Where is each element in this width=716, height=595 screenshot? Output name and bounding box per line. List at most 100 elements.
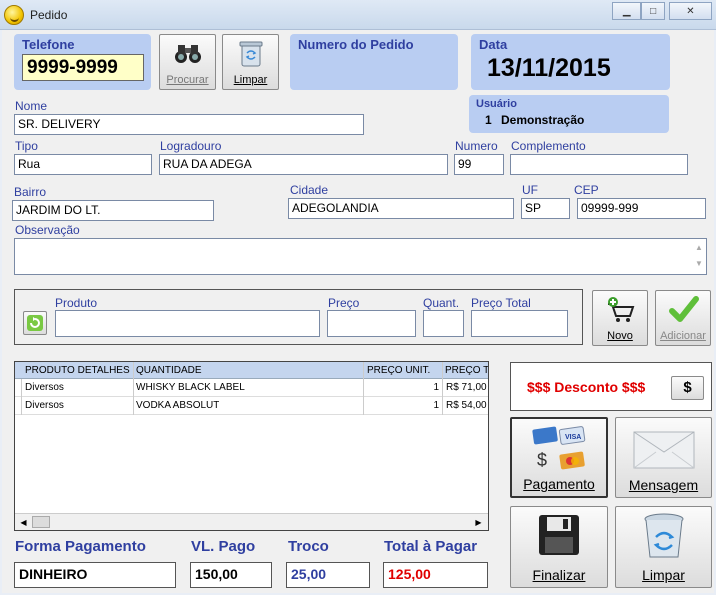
telefone-input[interactable]: 9999-9999 [22,54,144,81]
complemento-label: Complemento [511,139,586,153]
uf-label: UF [522,183,538,197]
row-quantidade: 1 [433,400,439,411]
usuario-name: Demonstração [501,113,585,127]
logradouro-input[interactable]: RUA DA ADEGA [159,154,448,175]
finalizar-label: Finalizar [532,567,586,583]
row-detalhes: Diversos [25,382,64,393]
complemento-input[interactable] [510,154,688,175]
total-pagar-value: 125,00 [383,562,488,588]
nome-input[interactable]: SR. DELIVERY [14,114,364,135]
binoculars-icon [175,45,201,63]
itens-grid[interactable]: PRODUTO DETALHES QUANTIDADE PREÇO UNIT. … [14,361,489,531]
nome-label: Nome [15,99,48,113]
table-row[interactable]: Diversos VODKA ABSOLUT 1 R$ 54,00 [15,397,488,415]
minimize-button[interactable]: ▁ [612,2,642,20]
cidade-label: Cidade [290,183,329,197]
window-controls: ▁ □ ✕ [612,2,712,20]
troco-label: Troco [288,538,329,555]
cep-label: CEP [574,183,599,197]
grid-divider [442,362,443,415]
logradouro-label: Logradouro [160,139,222,153]
scroll-left-arrow-icon[interactable]: ◀ [16,515,31,530]
title-bar [0,0,716,30]
usuario-panel: Usuário 1 Demonstração [469,95,669,133]
valor-pago-input[interactable]: 150,00 [190,562,272,588]
adicionar-label: Adicionar [660,330,706,342]
desconto-button[interactable]: $ [671,376,704,400]
cep-input[interactable]: 09999-999 [577,198,706,219]
limpar-button[interactable]: Limpar [222,34,279,90]
preco-total-label: Preço Total [471,296,531,310]
row-detalhes: Diversos [25,400,64,411]
bairro-label: Bairro [14,185,47,199]
numero-pedido-label: Numero do Pedido [298,37,414,52]
procurar-button[interactable]: Procurar [159,34,216,90]
novo-label: Novo [607,330,633,342]
grid-header-preco-unit[interactable]: PREÇO UNIT. [367,365,430,376]
quant-input[interactable] [423,310,464,337]
procurar-label: Procurar [166,74,209,86]
telefone-panel: Telefone 9999-9999 [14,34,151,90]
row-preco-total: R$ 71,00 [446,382,487,393]
floppy-disk-icon [539,515,579,555]
tipo-label: Tipo [15,139,38,153]
row-produto: WHISKY BLACK LABEL [136,382,245,393]
data-label: Data [479,37,508,52]
adicionar-button[interactable]: Adicionar [655,290,711,346]
grid-header: PRODUTO DETALHES QUANTIDADE PREÇO UNIT. … [15,362,488,379]
desconto-panel: $$$ Desconto $$$ $ [510,362,712,411]
pagamento-button[interactable]: VISA $ Pagamento [510,417,608,498]
grid-header-detalhes[interactable]: PRODUTO DETALHES [25,365,130,376]
forma-pagamento-label: Forma Pagamento [15,538,146,555]
window-title: Pedido [30,8,68,22]
preco-label: Preço [328,296,360,310]
refresh-icon [27,315,43,331]
checkmark-icon [669,296,699,322]
tipo-input[interactable]: Rua [14,154,152,175]
preco-total-input[interactable] [471,310,568,337]
row-preco-total: R$ 54,00 [446,400,487,411]
limpar-pedido-button[interactable]: Limpar [615,506,712,588]
maximize-button[interactable]: □ [641,2,665,20]
grid-divider [21,379,22,415]
preco-input[interactable] [327,310,416,337]
bairro-input[interactable]: JARDIM DO LT. [12,200,214,221]
app-smiley-icon [4,5,24,25]
numero-input[interactable]: 99 [454,154,504,175]
table-row[interactable]: Diversos WHISKY BLACK LABEL 1 R$ 71,00 [15,379,488,397]
limpar-label: Limpar [233,74,268,86]
observacao-scrollbar[interactable]: ▲ ▼ [693,240,705,273]
grid-horizontal-scrollbar[interactable]: ◀ ▶ [15,513,488,530]
refresh-produto-button[interactable] [23,311,47,335]
grid-divider [133,362,134,415]
total-pagar-label: Total à Pagar [384,538,478,555]
novo-button[interactable]: Novo [592,290,648,346]
numero-label: Numero [455,139,498,153]
observacao-textarea[interactable] [14,238,707,275]
data-value: 13/11/2015 [487,54,611,82]
close-button[interactable]: ✕ [668,2,712,20]
grid-header-quantidade[interactable]: QUANTIDADE [136,365,202,376]
row-quantidade: 1 [433,382,439,393]
grid-divider [363,362,364,415]
envelope-icon [633,431,695,469]
valor-pago-label: VL. Pago [191,538,256,555]
scroll-thumb[interactable] [32,516,50,528]
observacao-label: Observação [15,223,80,237]
cidade-input[interactable]: ADEGOLANDIA [288,198,514,219]
scroll-right-arrow-icon[interactable]: ▶ [471,515,486,530]
finalizar-button[interactable]: Finalizar [510,506,608,588]
svg-text:VISA: VISA [565,434,581,441]
troco-value: 25,00 [286,562,370,588]
telefone-label: Telefone [22,37,75,52]
forma-pagamento-input[interactable]: DINHEIRO [14,562,176,588]
produto-input[interactable] [55,310,320,337]
mensagem-button[interactable]: Mensagem [615,417,712,498]
grid-header-preco-total[interactable]: PREÇO T [445,365,488,376]
svg-text:$: $ [537,450,547,470]
mensagem-label: Mensagem [628,477,699,493]
data-panel: Data 13/11/2015 [471,34,670,90]
payment-cards-icon: VISA $ [532,426,586,470]
uf-input[interactable]: SP [521,198,570,219]
recycle-bin-icon [644,513,684,558]
